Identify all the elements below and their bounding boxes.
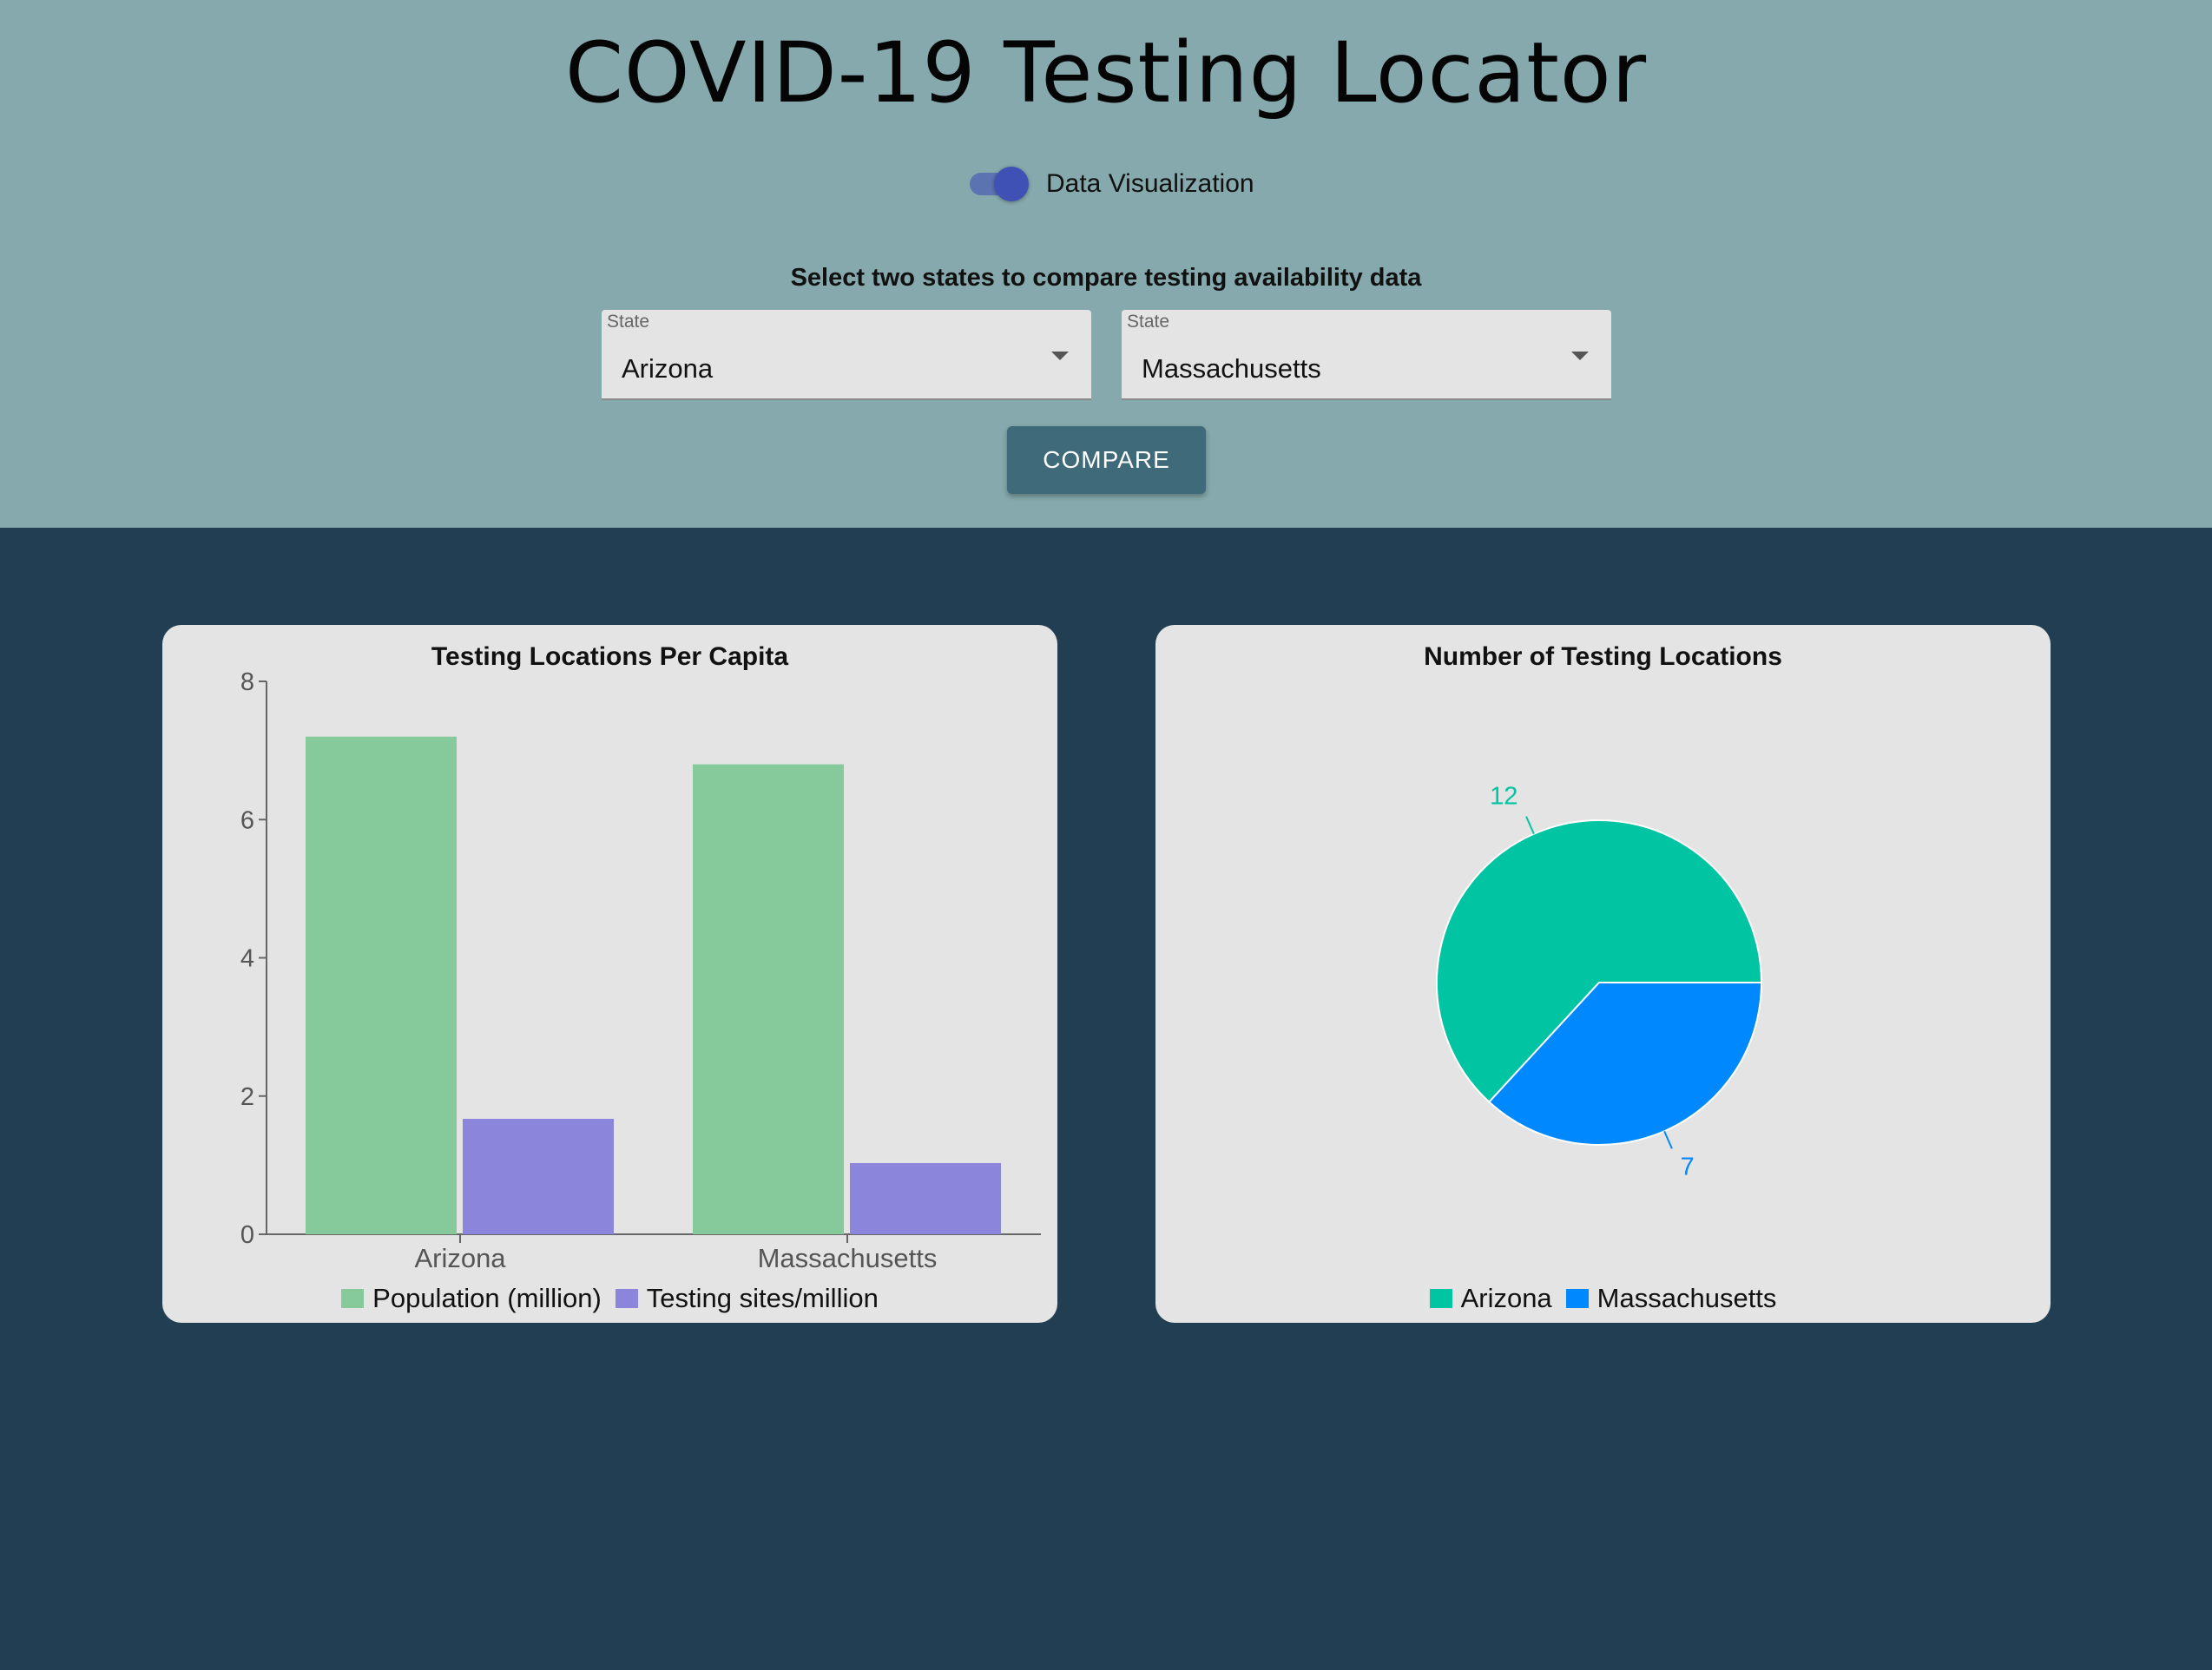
pie-value-label: 12: [1490, 783, 1517, 811]
state-select-1-value: Arizona: [622, 353, 714, 384]
legend-label-population: Population (million): [372, 1283, 602, 1313]
bar-chart-card: Testing Locations Per Capita 0 2 4 6 8 Arizon…: [162, 625, 1057, 1323]
x-tick-label: Arizona: [414, 1243, 506, 1273]
legend-label-testing: Testing sites/million: [646, 1283, 879, 1313]
pie-label-line: [1663, 1130, 1673, 1149]
x-tick-label: Massachusetts: [758, 1243, 938, 1273]
y-tick-label: 2: [240, 1083, 254, 1111]
y-tick-label: 8: [240, 668, 254, 696]
dropdown-arrow-icon[interactable]: [1051, 352, 1069, 360]
legend-label-arizona: Arizona: [1460, 1283, 1552, 1313]
legend-item-population[interactable]: Population (million): [341, 1283, 602, 1314]
pie-value-label: 7: [1681, 1153, 1695, 1180]
toggle-thumb[interactable]: [994, 167, 1029, 201]
legend-item-arizona[interactable]: Arizona: [1429, 1283, 1552, 1314]
legend-item-massachusetts[interactable]: Massachusetts: [1565, 1283, 1777, 1314]
legend-swatch-population: [341, 1289, 365, 1308]
legend-swatch-testing: [615, 1289, 638, 1308]
y-tick-label: 4: [240, 945, 254, 973]
page-title: COVID-19 Testing Locator: [564, 24, 1648, 122]
toggle-switch[interactable]: [970, 167, 1029, 201]
instruction-text: Select two states to compare testing ava…: [790, 264, 1422, 292]
state-select-1[interactable]: State Arizona: [602, 310, 1091, 400]
bar: [693, 764, 844, 1234]
compare-button[interactable]: COMPARE: [1007, 426, 1206, 494]
bar: [463, 1119, 614, 1234]
toggle-label: Data Visualization: [1046, 169, 1254, 198]
bar: [850, 1162, 1001, 1234]
pie-chart-card: Number of Testing Locations 12 7 Arizona …: [1155, 625, 2051, 1323]
bar: [306, 736, 457, 1234]
pie-chart-legend: Arizona Massachusetts: [1155, 1283, 2051, 1314]
state-select-2[interactable]: State Massachusetts: [1122, 310, 1611, 400]
data-visualization-toggle[interactable]: Data Visualization: [970, 163, 1254, 205]
legend-item-testing[interactable]: Testing sites/million: [615, 1283, 879, 1314]
y-tick-label: 0: [240, 1221, 254, 1249]
legend-swatch-arizona: [1429, 1289, 1452, 1308]
legend-label-massachusetts: Massachusetts: [1596, 1283, 1777, 1313]
pie-label-line: [1525, 816, 1535, 835]
state-select-2-label: State: [1127, 312, 1170, 332]
bar-chart: 0 2 4 6 8 Arizona Massachusetts: [240, 668, 1041, 1273]
dropdown-arrow-icon[interactable]: [1571, 352, 1589, 360]
bar-chart-legend: Population (million) Testing sites/milli…: [162, 1283, 1057, 1314]
pie-chart: 12 7: [1436, 783, 1763, 1180]
header-panel: COVID-19 Testing Locator Data Visualizat…: [0, 0, 2212, 528]
y-tick-label: 6: [240, 806, 254, 834]
state-select-1-label: State: [607, 312, 650, 332]
legend-swatch-massachusetts: [1565, 1289, 1589, 1308]
state-select-2-value: Massachusetts: [1142, 353, 1321, 384]
